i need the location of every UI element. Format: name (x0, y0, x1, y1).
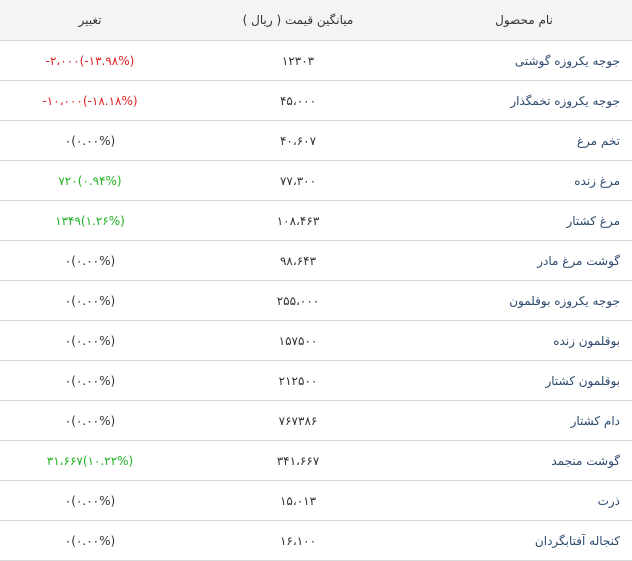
product-name: گوشت منجمد (551, 453, 620, 468)
average-price: ۲۱۲۵۰۰ (278, 373, 318, 388)
product-name: دام کشتار (570, 413, 620, 428)
average-price: ۴۵،۰۰۰ (279, 93, 317, 108)
header-change: تغییر (78, 13, 102, 27)
product-name: مرغ زنده (574, 173, 620, 188)
average-price: ۹۸،۶۴۳ (279, 253, 317, 268)
price-change: ۰(۰.۰۰%) (64, 373, 116, 388)
header-price: میانگین قیمت ( ریال ) (242, 13, 354, 27)
product-name: بوقلمون کشتار (545, 373, 620, 388)
table-row: گوشت منجمد ۳۴۱،۶۶۷ ۳۱،۶۶۷(۱۰.۲۲%) (0, 441, 632, 481)
average-price: ۱۲۳۰۳ (281, 53, 315, 68)
average-price: ۴۰،۶۰۷ (279, 133, 317, 148)
price-change: ۰(۰.۰۰%) (64, 293, 116, 308)
average-price: ۲۵۵،۰۰۰ (276, 293, 320, 308)
table-header: نام محصول میانگین قیمت ( ریال ) تغییر (0, 0, 632, 41)
price-change: -۱۰،۰۰۰(-۱۸.۱۸%) (42, 93, 138, 108)
price-change: ۰(۰.۰۰%) (64, 253, 116, 268)
product-name: ذرت (597, 493, 620, 508)
average-price: ۳۴۱،۶۶۷ (276, 453, 320, 468)
product-name: مرغ کشتار (566, 213, 620, 228)
price-change: ۰(۰.۰۰%) (64, 133, 116, 148)
table-row: مرغ زنده ۷۷،۳۰۰ ۷۲۰(۰.۹۴%) (0, 161, 632, 201)
price-change: ۰(۰.۰۰%) (64, 413, 116, 428)
product-name: جوجه یکروزه بوقلمون (509, 293, 620, 308)
price-change: ۰(۰.۰۰%) (64, 493, 116, 508)
table-row: دام کشتار ۷۶۷۳۸۶ ۰(۰.۰۰%) (0, 401, 632, 441)
average-price: ۱۰۸،۴۶۳ (276, 213, 320, 228)
table-row: بوقلمون کشتار ۲۱۲۵۰۰ ۰(۰.۰۰%) (0, 361, 632, 401)
price-change: -۲،۰۰۰(-۱۳.۹۸%) (45, 53, 135, 68)
price-change: ۰(۰.۰۰%) (64, 333, 116, 348)
product-name: بوقلمون زنده (553, 333, 620, 348)
table-row: گوشت مرغ مادر ۹۸،۶۴۳ ۰(۰.۰۰%) (0, 241, 632, 281)
table-row: کنجاله آفتابگردان ۱۶،۱۰۰ ۰(۰.۰۰%) (0, 521, 632, 561)
product-name: گوشت مرغ مادر (537, 253, 620, 268)
average-price: ۷۷،۳۰۰ (279, 173, 317, 188)
average-price: ۱۵۷۵۰۰ (278, 333, 318, 348)
price-change: ۰(۰.۰۰%) (64, 533, 116, 548)
table-row: ذرت ۱۵،۰۱۳ ۰(۰.۰۰%) (0, 481, 632, 521)
product-name: جوجه یکروزه تخمگذار (510, 93, 620, 108)
table-row: مرغ کشتار ۱۰۸،۴۶۳ ۱۳۴۹(۱.۲۶%) (0, 201, 632, 241)
average-price: ۷۶۷۳۸۶ (278, 413, 318, 428)
header-product: نام محصول (495, 13, 553, 27)
table-row: بوقلمون زنده ۱۵۷۵۰۰ ۰(۰.۰۰%) (0, 321, 632, 361)
table-body: جوجه یکروزه گوشتی ۱۲۳۰۳ -۲،۰۰۰(-۱۳.۹۸%) جوج… (0, 41, 632, 561)
product-name: جوجه یکروزه گوشتی (514, 53, 620, 68)
product-name: تخم مرغ (576, 133, 620, 148)
table-row: جوجه یکروزه بوقلمون ۲۵۵،۰۰۰ ۰(۰.۰۰%) (0, 281, 632, 321)
product-name: کنجاله آفتابگردان (534, 533, 620, 548)
average-price: ۱۶،۱۰۰ (279, 533, 317, 548)
table-row: جوجه یکروزه تخمگذار ۴۵،۰۰۰ -۱۰،۰۰۰(-۱۸.۱۸%… (0, 81, 632, 121)
price-table: نام محصول میانگین قیمت ( ریال ) تغییر جو… (0, 0, 632, 561)
average-price: ۱۵،۰۱۳ (279, 493, 317, 508)
price-change: ۷۲۰(۰.۹۴%) (58, 173, 122, 188)
price-change: ۳۱،۶۶۷(۱۰.۲۲%) (46, 453, 134, 468)
table-row: تخم مرغ ۴۰،۶۰۷ ۰(۰.۰۰%) (0, 121, 632, 161)
price-change: ۱۳۴۹(۱.۲۶%) (55, 213, 125, 228)
table-row: جوجه یکروزه گوشتی ۱۲۳۰۳ -۲،۰۰۰(-۱۳.۹۸%) (0, 41, 632, 81)
